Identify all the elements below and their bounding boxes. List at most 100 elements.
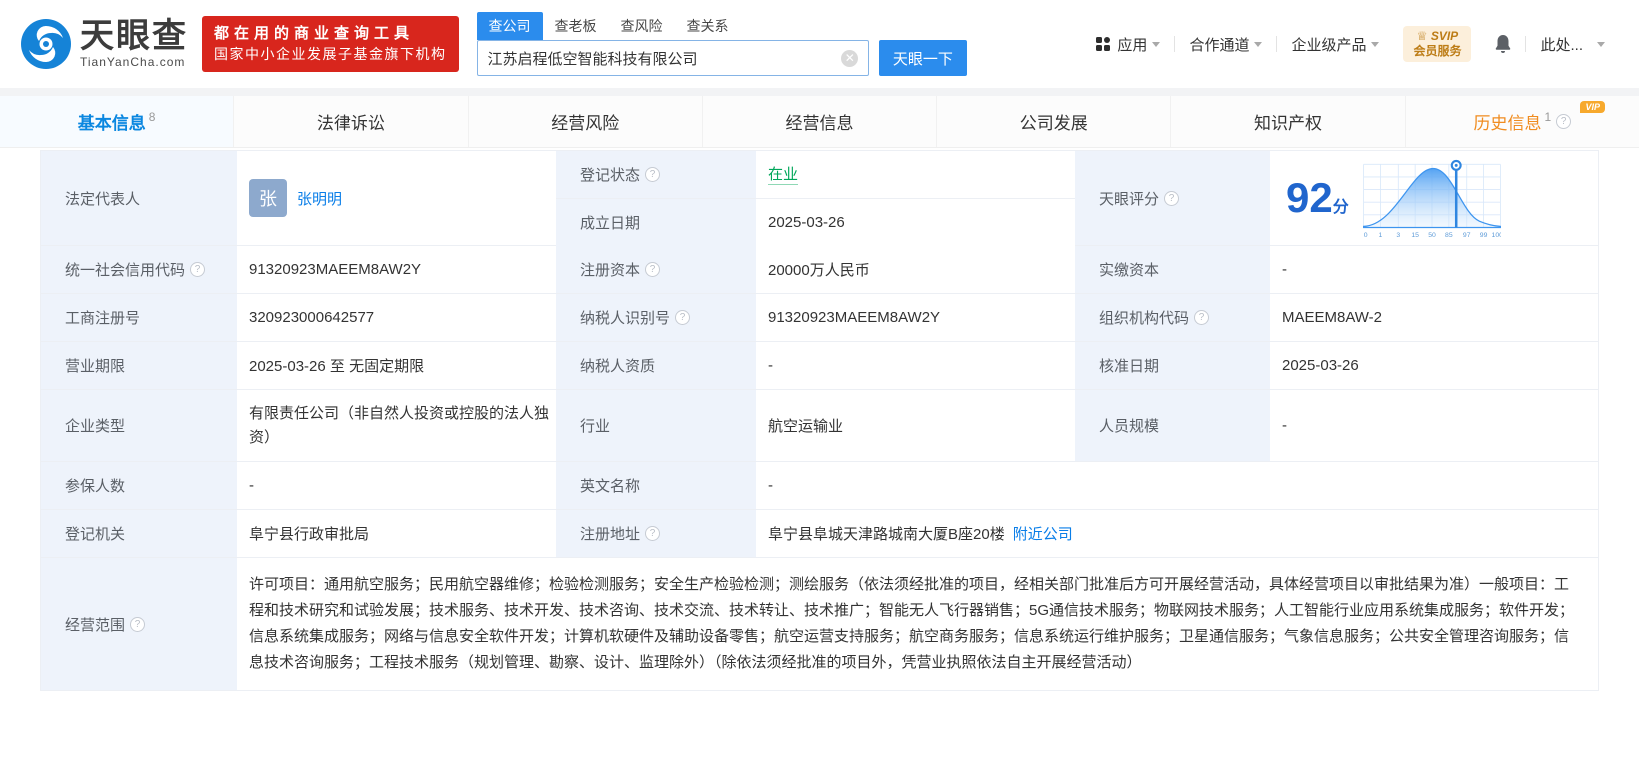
search-tab-boss[interactable]: 查老板 — [543, 12, 609, 40]
field-label: 工商注册号 — [65, 310, 141, 327]
bell-icon — [1496, 35, 1511, 53]
caret-down-icon — [1152, 41, 1161, 47]
field-value: MAEEM8AW-2 — [1282, 309, 1383, 326]
field-label: 统一社会信用代码 — [65, 262, 186, 279]
svg-text:3: 3 — [1396, 232, 1400, 238]
field-value: 2025-03-26 — [1282, 357, 1359, 374]
field-label: 成立日期 — [580, 214, 641, 232]
table-row: 参保人数 - 英文名称 - — [41, 462, 1598, 510]
section-tabbar: 基本信息 8 法律诉讼 经营风险 经营信息 公司发展 知识产权 VIP 历史信息… — [0, 96, 1639, 148]
tab-history-info[interactable]: VIP 历史信息 1 ? — [1406, 96, 1639, 147]
tab-label: 知识产权 — [1254, 114, 1323, 133]
search-input[interactable] — [477, 49, 842, 67]
search-tab-relation[interactable]: 查关系 — [675, 12, 741, 40]
notification-bell[interactable] — [1481, 33, 1525, 55]
nav-account[interactable]: 此处... — [1526, 34, 1619, 55]
svg-text:97: 97 — [1463, 232, 1471, 238]
svg-text:15: 15 — [1411, 232, 1419, 238]
tab-operation-info[interactable]: 经营信息 — [703, 96, 938, 147]
field-label: 企业类型 — [65, 418, 126, 435]
help-icon[interactable]: ? — [1164, 190, 1180, 206]
apps-grid-icon — [1095, 36, 1111, 52]
logo-domain-text: TianYanCha.com — [80, 55, 186, 69]
help-icon[interactable]: ? — [1556, 114, 1572, 129]
field-value: 2025-03-26 — [768, 213, 845, 231]
tab-label: 经营风险 — [551, 114, 620, 133]
tab-basic-info[interactable]: 基本信息 8 — [0, 96, 235, 147]
field-label: 实缴资本 — [1099, 262, 1160, 279]
tab-count: 1 — [1544, 110, 1552, 124]
search-button[interactable]: 天眼一下 — [879, 40, 967, 76]
table-row: 经营范围 ? 许可项目：通用航空服务；民用航空器维修；检验检测服务；安全生产检验… — [41, 558, 1598, 691]
tab-label: 公司发展 — [1019, 114, 1088, 133]
help-icon[interactable]: ? — [645, 526, 661, 541]
reg-status-value-cell: 在业 — [756, 151, 1075, 198]
field-label: 经营范围 — [65, 616, 126, 634]
field-label: 纳税人资质 — [580, 358, 656, 375]
tab-intellectual-property[interactable]: 知识产权 — [1171, 96, 1406, 147]
field-label: 人员规模 — [1099, 418, 1160, 435]
tab-company-development[interactable]: 公司发展 — [937, 96, 1172, 147]
nav-apps-label: 应用 — [1117, 36, 1148, 54]
score-axis-labels: 0 1 3 15 50 85 97 99 100 — [1364, 232, 1501, 238]
legal-rep-name-link[interactable]: 张明明 — [297, 188, 342, 209]
search-tab-risk[interactable]: 查风险 — [609, 12, 675, 40]
help-icon[interactable]: ? — [645, 262, 661, 277]
field-label: 登记状态 — [580, 166, 641, 184]
basic-info-table: 法定代表人 张 张明明 登记状态 ? 在业 成立日期 2025-03-26 天眼… — [40, 150, 1599, 691]
establish-date-label-cell: 成立日期 — [556, 198, 756, 246]
nav-partner[interactable]: 合作通道 — [1175, 34, 1276, 55]
score-unit: 分 — [1332, 199, 1349, 216]
tab-operation-risk[interactable]: 经营风险 — [469, 96, 703, 147]
field-value: 91320923MAEEM8AW2Y — [249, 261, 422, 278]
clear-icon[interactable]: ✕ — [841, 49, 859, 67]
registered-address: 阜宁县阜城天津路城南大厦B座20楼 — [768, 526, 1005, 543]
help-icon[interactable]: ? — [130, 616, 146, 632]
nav-account-label: 此处... — [1540, 36, 1583, 54]
middle-stack: 登记状态 ? 在业 成立日期 2025-03-26 — [556, 151, 1075, 246]
score-value-cell: 92分 0 1 3 15 50 85 97 99 10 — [1270, 151, 1598, 245]
svip-member-badge[interactable]: ♕ SVIP 会员服务 — [1403, 26, 1472, 62]
establish-date-value-cell: 2025-03-26 — [756, 198, 1075, 246]
vip-badge: VIP — [1580, 101, 1605, 113]
help-icon[interactable]: ? — [675, 310, 691, 325]
help-icon[interactable]: ? — [645, 166, 661, 182]
field-value: 91320923MAEEM8AW2Y — [768, 309, 941, 326]
field-label: 天眼评分 — [1099, 190, 1160, 208]
caret-down-icon — [1597, 41, 1605, 47]
score-label-cell: 天眼评分 ? — [1075, 151, 1270, 245]
tab-legal-litigation[interactable]: 法律诉讼 — [234, 96, 469, 147]
status-badge[interactable]: 在业 — [768, 163, 799, 186]
table-row: 营业期限 2025-03-26 至 无固定期限 纳税人资质 - 核准日期 202… — [41, 342, 1598, 390]
table-row: 法定代表人 张 张明明 登记状态 ? 在业 成立日期 2025-03-26 天眼… — [41, 151, 1598, 246]
nav-enterprise[interactable]: 企业级产品 — [1277, 34, 1393, 55]
search-tab-company[interactable]: 查公司 — [476, 12, 543, 40]
tab-label: 经营信息 — [785, 114, 854, 133]
search-area: 查公司 查老板 查风险 查关系 ✕ 天眼一下 — [476, 12, 967, 76]
field-value: 航空运输业 — [768, 418, 844, 435]
crown-icon: ♕ SVIP — [1416, 29, 1459, 43]
svg-text:50: 50 — [1428, 232, 1436, 238]
top-header: 天眼查 TianYanCha.com 都在用的商业查询工具 国家中小企业发展子基… — [0, 0, 1639, 88]
field-label: 组织机构代码 — [1099, 310, 1190, 327]
svg-text:85: 85 — [1445, 232, 1453, 238]
help-icon[interactable]: ? — [190, 262, 206, 277]
avatar: 张 — [249, 179, 287, 217]
field-label: 核准日期 — [1099, 358, 1160, 375]
field-label: 纳税人识别号 — [580, 310, 671, 327]
tianyancha-logo[interactable]: 天眼查 TianYanCha.com — [20, 18, 188, 70]
field-label: 参保人数 — [65, 478, 126, 495]
search-tabs: 查公司 查老板 查风险 查关系 — [476, 12, 967, 40]
help-icon[interactable]: ? — [1194, 310, 1210, 325]
tab-count: 8 — [148, 110, 156, 124]
svg-text:99: 99 — [1480, 232, 1488, 238]
nav-apps[interactable]: 应用 — [1081, 34, 1174, 55]
field-value: - — [249, 477, 254, 494]
legal-rep-value-cell: 张 张明明 — [237, 151, 556, 245]
promo-banner: 都在用的商业查询工具 国家中小企业发展子基金旗下机构 — [202, 16, 459, 72]
tab-label: 基本信息 — [77, 114, 146, 133]
nearby-companies-link[interactable]: 附近公司 — [1013, 523, 1073, 544]
field-value: 2025-03-26 至 无固定期限 — [249, 358, 425, 375]
tab-label: 历史信息 — [1473, 114, 1542, 133]
table-row: 企业类型 有限责任公司（非自然人投资或控股的法人独资） 行业 航空运输业 人员规… — [41, 390, 1598, 462]
